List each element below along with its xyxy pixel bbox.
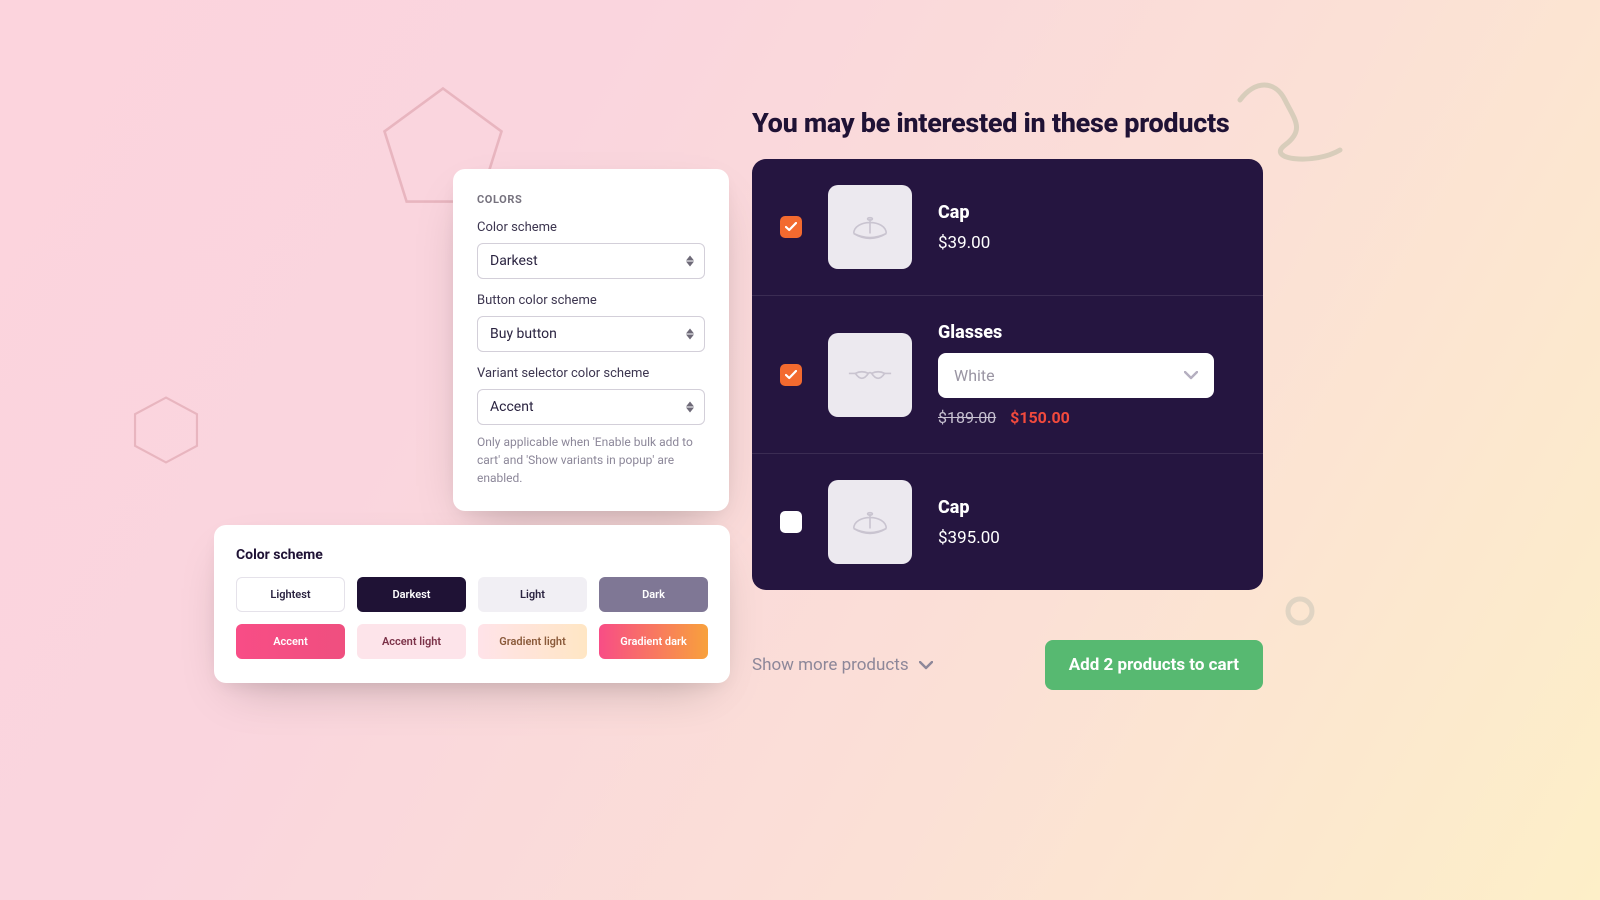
- glasses-icon: [844, 349, 896, 401]
- upsell-title: You may be interested in these products: [752, 107, 1229, 139]
- squiggle-decoration: [1230, 75, 1350, 165]
- product-row: Glasses White $189.00 $150.00: [752, 296, 1263, 454]
- variant-value: White: [954, 366, 995, 385]
- product-thumbnail: [828, 333, 912, 417]
- product-panel: Cap $39.00 Glasses White $189.00 $150: [752, 159, 1263, 590]
- swatch-light[interactable]: Light: [478, 577, 587, 612]
- variant-selector-scheme-select[interactable]: Accent: [477, 389, 705, 425]
- select-caret-icon: [686, 329, 694, 340]
- compare-price: $189.00: [938, 408, 996, 427]
- swatch-gradient-dark[interactable]: Gradient dark: [599, 624, 708, 659]
- product-name: Cap: [938, 497, 1235, 518]
- chevron-down-icon: [919, 661, 933, 670]
- swatch-dark[interactable]: Dark: [599, 577, 708, 612]
- variant-selector-scheme-label: Variant selector color scheme: [477, 366, 705, 381]
- panel-footer: Show more products Add 2 products to car…: [752, 640, 1263, 690]
- select-caret-icon: [686, 402, 694, 413]
- product-name: Glasses: [938, 322, 1235, 343]
- cap-icon: [844, 496, 896, 548]
- swatch-accent-light[interactable]: Accent light: [357, 624, 466, 659]
- swatch-gradient-light[interactable]: Gradient light: [478, 624, 587, 659]
- button-color-scheme-value: Buy button: [490, 326, 557, 342]
- show-more-link[interactable]: Show more products: [752, 655, 933, 675]
- variant-selector-helper: Only applicable when 'Enable bulk add to…: [477, 433, 705, 487]
- product-thumbnail: [828, 185, 912, 269]
- sale-price: $150.00: [1010, 408, 1070, 427]
- variant-selector-scheme-value: Accent: [490, 399, 534, 415]
- cap-icon: [844, 201, 896, 253]
- settings-heading: COLORS: [477, 193, 705, 206]
- add-to-cart-button[interactable]: Add 2 products to cart: [1045, 640, 1263, 690]
- product-checkbox[interactable]: [780, 216, 802, 238]
- button-color-scheme-label: Button color scheme: [477, 293, 705, 308]
- color-scheme-palette-card: Color scheme Lightest Darkest Light Dark…: [214, 525, 730, 683]
- variant-select[interactable]: White: [938, 353, 1214, 398]
- color-scheme-label: Color scheme: [477, 220, 705, 235]
- product-checkbox[interactable]: [780, 511, 802, 533]
- color-scheme-select[interactable]: Darkest: [477, 243, 705, 279]
- colors-settings-card: COLORS Color scheme Darkest Button color…: [453, 169, 729, 511]
- swatch-lightest[interactable]: Lightest: [236, 577, 345, 612]
- swatch-accent[interactable]: Accent: [236, 624, 345, 659]
- swatch-darkest[interactable]: Darkest: [357, 577, 466, 612]
- product-row: Cap $395.00: [752, 454, 1263, 590]
- select-caret-icon: [686, 256, 694, 267]
- product-row: Cap $39.00: [752, 159, 1263, 296]
- check-icon: [785, 222, 797, 232]
- product-checkbox[interactable]: [780, 364, 802, 386]
- chevron-down-icon: [1184, 371, 1198, 380]
- product-price: $395.00: [938, 528, 1235, 548]
- ring-decoration: [1283, 594, 1317, 628]
- swatch-grid: Lightest Darkest Light Dark Accent Accen…: [236, 577, 708, 659]
- palette-title: Color scheme: [236, 547, 708, 563]
- product-thumbnail: [828, 480, 912, 564]
- product-price: $39.00: [938, 233, 1235, 253]
- check-icon: [785, 370, 797, 380]
- button-color-scheme-select[interactable]: Buy button: [477, 316, 705, 352]
- product-name: Cap: [938, 202, 1235, 223]
- color-scheme-value: Darkest: [490, 253, 538, 269]
- hexagon-decoration: [130, 394, 202, 466]
